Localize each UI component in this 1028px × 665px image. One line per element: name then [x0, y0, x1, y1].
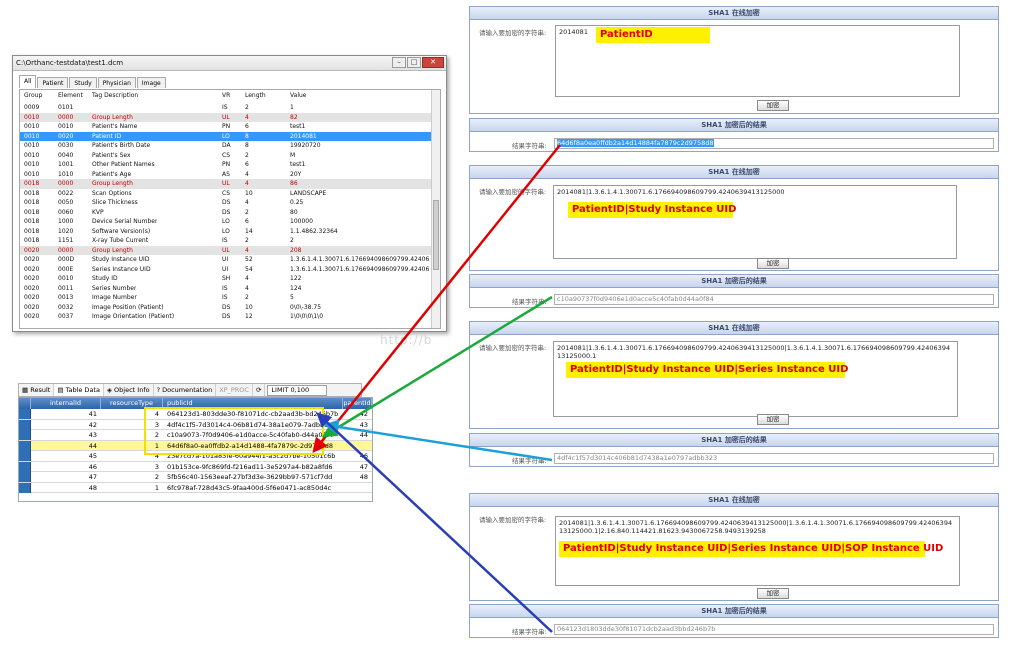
arrow-red [312, 144, 561, 453]
arrow-green [321, 295, 553, 438]
connector-arrows [312, 144, 561, 633]
arrow-cyan [323, 419, 553, 462]
arrow-blue [316, 412, 553, 633]
